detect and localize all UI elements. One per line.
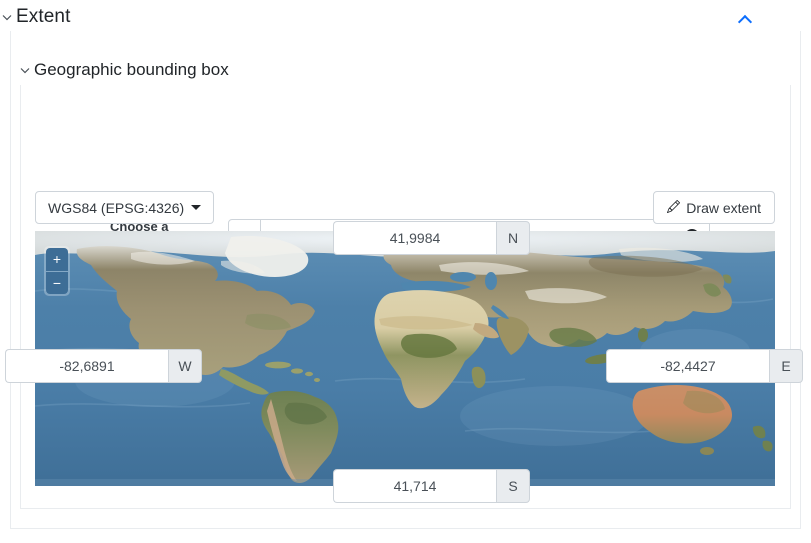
crs-label: WGS84 (EPSG:4326) [48,199,185,216]
east-bound-input[interactable] [606,349,769,383]
map-zoom-controls: + − [44,246,70,296]
caret-down-icon [191,205,202,210]
collapse-extent-button[interactable] [733,7,755,29]
west-bound-group: W [5,349,202,383]
zoom-out-button[interactable]: − [46,271,68,294]
south-bound-group: S [333,469,530,503]
north-bound-input[interactable] [333,221,496,255]
north-bound-group: N [333,221,530,255]
page-title: Extent [16,6,71,27]
section-title: Geographic bounding box [34,60,229,79]
south-bound-addon: S [496,469,530,503]
south-bound-input[interactable] [333,469,496,503]
west-bound-addon: W [168,349,202,383]
chevron-down-icon[interactable] [0,11,14,23]
east-bound-group: E [606,349,803,383]
geographic-bounding-box-header[interactable]: Geographic bounding box [18,58,229,82]
choose-region-row: Choose a region [0,108,811,253]
chevron-down-icon[interactable] [18,64,32,76]
east-bound-addon: E [769,349,803,383]
draw-extent-button[interactable]: Draw extent [653,191,775,224]
map-toolbar: WGS84 (EPSG:4326) Draw extent [35,191,775,225]
crs-selector-button[interactable]: WGS84 (EPSG:4326) [35,191,215,224]
west-bound-input[interactable] [5,349,168,383]
north-bound-addon: N [496,221,530,255]
extent-panel: Extent Geographic bounding box Choose a … [0,0,811,543]
chevron-up-icon [739,13,750,24]
pencil-icon [667,199,681,216]
draw-extent-label: Draw extent [686,199,761,216]
extent-panel-header: Extent [0,0,811,34]
zoom-in-button[interactable]: + [46,248,68,271]
